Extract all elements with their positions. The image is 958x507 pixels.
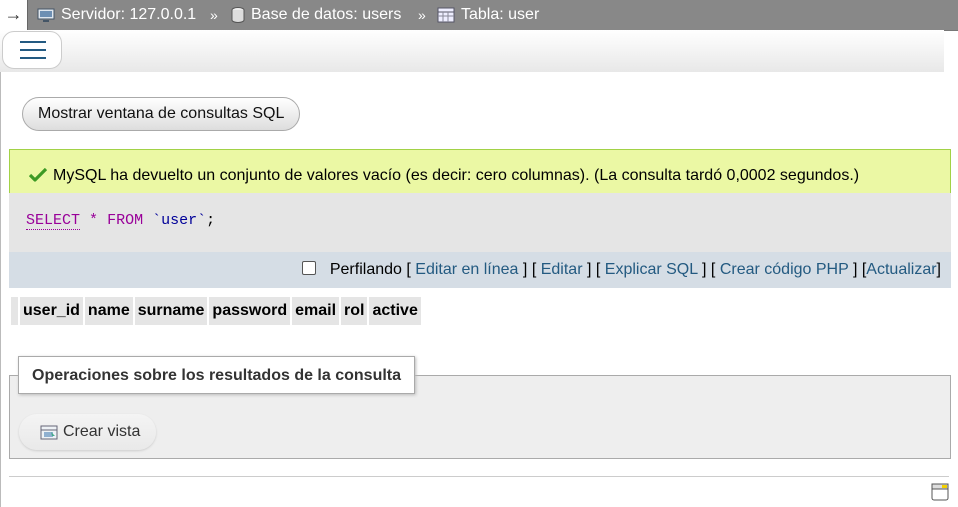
breadcrumb-server[interactable]: Servidor: 127.0.0.1 xyxy=(37,0,196,30)
breadcrumb-separator: » xyxy=(210,7,218,23)
query-tools-links: Perfilando [ Editar en línea ] [ Editar … xyxy=(301,252,941,288)
create-view-button[interactable]: Crear vista xyxy=(19,414,157,450)
breadcrumb-database-label: Base de datos: users xyxy=(251,6,402,23)
breadcrumb-database[interactable]: Base de datos: users xyxy=(231,0,401,30)
breadcrumb-table[interactable]: Tabla: user xyxy=(437,0,539,30)
column-header[interactable]: active xyxy=(369,297,421,325)
sql-keyword-from: FROM xyxy=(107,212,144,229)
sql-table-name: `user` xyxy=(152,212,207,229)
explain-sql-link[interactable]: Explicar SQL xyxy=(605,261,698,278)
breadcrumb-separator: » xyxy=(418,7,426,23)
create-view-icon xyxy=(40,425,58,440)
column-header[interactable]: user_id xyxy=(20,297,83,325)
sql-semicolon: ; xyxy=(206,212,216,229)
database-icon xyxy=(231,7,245,23)
create-view-label: Crear vista xyxy=(63,423,141,440)
show-sql-window-button[interactable]: Mostrar ventana de consultas SQL xyxy=(22,97,301,131)
table-icon xyxy=(437,7,455,23)
edit-inline-link[interactable]: Editar en línea xyxy=(415,261,518,278)
console-icon[interactable] xyxy=(931,483,949,501)
hamburger-menu-icon xyxy=(20,41,46,43)
menu-bar xyxy=(0,30,944,72)
results-header-blank xyxy=(11,297,18,325)
query-tools-bar: Perfilando [ Editar en línea ] [ Editar … xyxy=(9,252,951,288)
column-header[interactable]: surname xyxy=(134,297,208,325)
column-header[interactable]: name xyxy=(84,297,133,325)
column-header[interactable]: password xyxy=(209,297,291,325)
hamburger-menu-button[interactable] xyxy=(2,31,62,69)
profiling-checkbox[interactable] xyxy=(301,261,316,275)
column-header[interactable]: rol xyxy=(341,297,368,325)
sql-star: * xyxy=(89,212,99,229)
collapse-arrow-icon[interactable]: → xyxy=(0,0,28,30)
results-header-row: user_id name surname password email rol … xyxy=(11,297,421,325)
server-icon xyxy=(37,8,55,22)
breadcrumb-bar: → Servidor: 127.0.0.1 » Base de datos: u… xyxy=(0,0,958,31)
query-operations-legend: Operaciones sobre los resultados de la c… xyxy=(18,356,416,394)
sql-query-code: SELECT * FROM `user`; xyxy=(26,212,216,230)
breadcrumb-table-label: Tabla: user xyxy=(461,6,540,23)
column-header[interactable]: email xyxy=(292,297,340,325)
results-table: user_id name surname password email rol … xyxy=(9,297,423,325)
divider xyxy=(9,476,949,477)
create-php-code-link[interactable]: Crear código PHP xyxy=(720,261,849,278)
check-icon xyxy=(29,168,47,182)
sql-query-box: SELECT * FROM `user`; xyxy=(9,193,951,252)
sql-keyword-select[interactable]: SELECT xyxy=(26,212,81,230)
profiling-label: Perfilando xyxy=(329,261,402,278)
edit-link[interactable]: Editar xyxy=(541,261,583,278)
breadcrumb-server-label: Servidor: 127.0.0.1 xyxy=(61,6,197,23)
refresh-link[interactable]: Actualizar xyxy=(866,261,936,278)
success-message: MySQL ha devuelto un conjunto de valores… xyxy=(9,149,951,193)
left-border xyxy=(0,72,1,507)
